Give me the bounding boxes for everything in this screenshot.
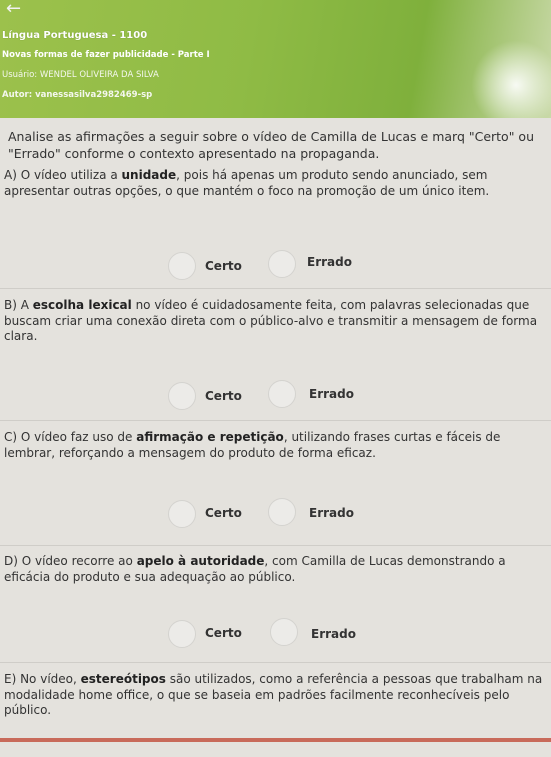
options-d: Certo Errado xyxy=(0,618,551,648)
radio-errado-c[interactable] xyxy=(268,498,296,526)
statement-b-keyword: escolha lexical xyxy=(32,298,132,312)
statement-e-pre: E) No vídeo, xyxy=(4,672,81,686)
statement-d-pre: D) O vídeo recorre ao xyxy=(4,554,137,568)
divider xyxy=(0,545,551,546)
statement-c-pre: C) O vídeo faz uso de xyxy=(4,430,137,444)
radio-errado-a[interactable] xyxy=(268,250,296,278)
statement-e: E) No vídeo, estereótipos são utilizados… xyxy=(4,672,548,719)
statement-a-pre: A) O vídeo utiliza a xyxy=(4,168,122,182)
label-certo-d[interactable]: Certo xyxy=(205,626,242,640)
label-errado-a[interactable]: Errado xyxy=(307,255,352,269)
statement-b: B) A escolha lexical no vídeo é cuidados… xyxy=(4,298,548,345)
label-errado-b[interactable]: Errado xyxy=(309,387,354,401)
label-errado-c[interactable]: Errado xyxy=(309,506,354,520)
screen-glare xyxy=(471,40,551,118)
statement-c: C) O vídeo faz uso de afirmação e repeti… xyxy=(4,430,548,461)
statement-a: A) O vídeo utiliza a unidade, pois há ap… xyxy=(4,168,548,199)
radio-errado-d[interactable] xyxy=(270,618,298,646)
statement-c-keyword: afirmação e repetição xyxy=(136,430,284,444)
radio-certo-d[interactable] xyxy=(168,620,196,648)
options-b: Certo Errado xyxy=(0,380,551,410)
instructions-text: Analise as afirmações a seguir sobre o v… xyxy=(8,129,535,161)
statement-d-keyword: apelo à autoridade xyxy=(136,554,265,568)
lesson-title: Novas formas de fazer publicidade - Part… xyxy=(2,50,210,60)
divider xyxy=(0,420,551,421)
author-name: Autor: vanessasilva2982469-sp xyxy=(2,90,153,100)
statement-b-pre: B) A xyxy=(4,298,33,312)
divider xyxy=(0,662,551,663)
divider xyxy=(0,288,551,289)
radio-certo-c[interactable] xyxy=(168,500,196,528)
label-certo-a[interactable]: Certo xyxy=(205,259,242,273)
back-arrow-icon[interactable]: ← xyxy=(6,0,21,19)
radio-errado-b[interactable] xyxy=(268,380,296,408)
label-errado-d[interactable]: Errado xyxy=(311,627,356,641)
options-c: Certo Errado xyxy=(0,498,551,528)
label-certo-b[interactable]: Certo xyxy=(205,389,242,403)
statement-d: D) O vídeo recorre ao apelo à autoridade… xyxy=(4,554,548,585)
statement-a-keyword: unidade xyxy=(121,168,177,182)
bottom-accent-bar xyxy=(0,738,551,742)
radio-certo-a[interactable] xyxy=(168,252,196,280)
course-title: Língua Portuguesa - 1100 xyxy=(2,30,148,41)
statement-e-keyword: estereótipos xyxy=(80,672,166,686)
assignment-header: ← Língua Portuguesa - 1100 Novas formas … xyxy=(0,0,551,118)
options-a: Certo Errado xyxy=(0,250,551,280)
user-name: Usuário: WENDEL OLIVEIRA DA SILVA xyxy=(2,70,159,80)
label-certo-c[interactable]: Certo xyxy=(205,506,242,520)
radio-certo-b[interactable] xyxy=(168,382,196,410)
